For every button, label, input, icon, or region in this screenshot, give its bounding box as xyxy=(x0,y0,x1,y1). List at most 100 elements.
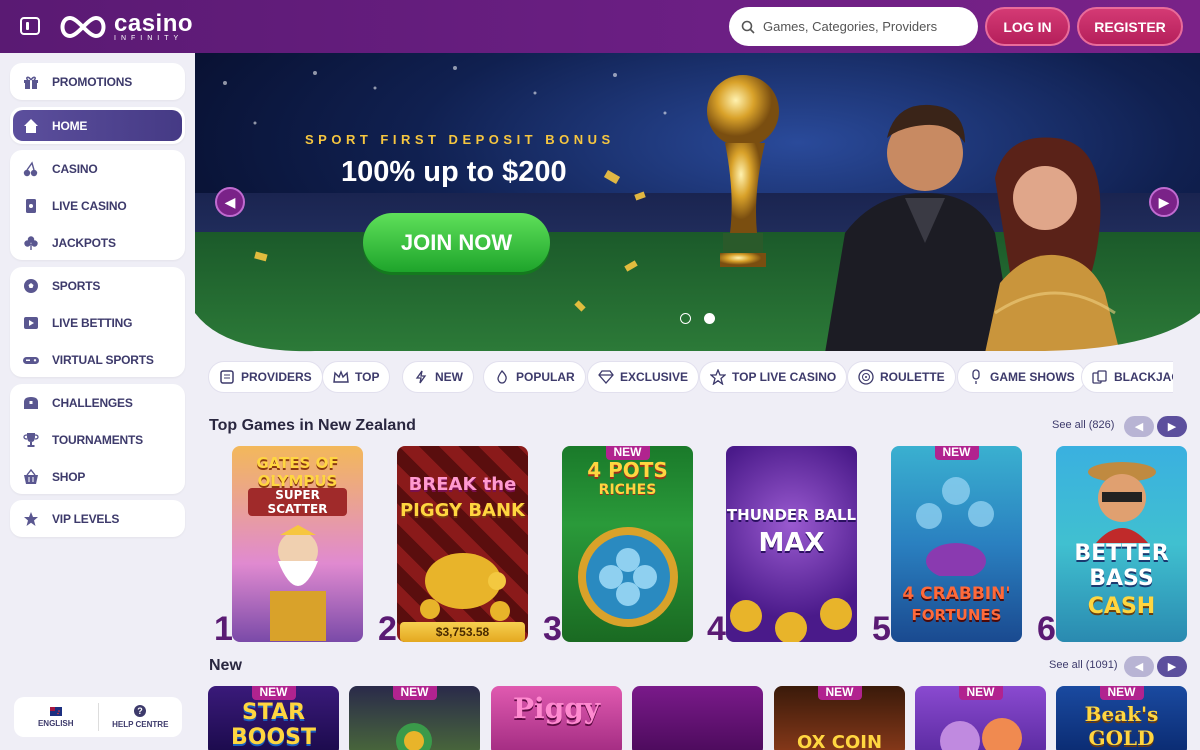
new-badge: NEW xyxy=(934,446,979,460)
top-games-next-button[interactable]: ▶ xyxy=(1157,416,1187,437)
game-card-break-the-piggy-bank[interactable]: BREAK the PIGGY BANK $3,753.58 xyxy=(397,446,528,642)
game-card-gates-of-olympus[interactable]: GATES OF OLYMPUS SUPER SCATTER xyxy=(232,446,363,642)
basket-icon xyxy=(22,468,40,486)
rank-number: 4 xyxy=(707,610,726,648)
see-all-new[interactable]: See all (1091) xyxy=(1049,659,1118,671)
top-games-prev-button[interactable]: ◀ xyxy=(1124,416,1154,437)
chip-label: POPULAR xyxy=(516,370,575,384)
chip-popular[interactable]: POPULAR xyxy=(483,361,586,393)
diamond-icon xyxy=(598,369,614,385)
sidebar-item-live-betting[interactable]: LIVE BETTING xyxy=(10,304,185,341)
game-card-ox-coin[interactable]: OX COIN NEW xyxy=(774,686,905,750)
sidebar-item-tournaments[interactable]: TOURNAMENTS xyxy=(10,421,185,458)
sidebar-item-jackpots[interactable]: JACKPOTS xyxy=(10,224,185,261)
game-card-star-boost[interactable]: STAR BOOST NEW xyxy=(208,686,339,750)
help-icon: ? xyxy=(134,705,147,717)
chip-blackjack[interactable]: BLACKJACK xyxy=(1081,361,1173,393)
chevron-left-icon: ◀ xyxy=(1134,661,1144,673)
language-selector[interactable]: ENGLISH xyxy=(14,697,98,737)
help-label: HELP CENTRE xyxy=(112,720,169,729)
chip-label: TOP xyxy=(355,370,380,384)
sidebar-item-label: HOME xyxy=(52,118,88,133)
coin-pile-illustration xyxy=(396,723,432,750)
chip-label: TOP LIVE CASINO xyxy=(732,370,837,384)
sidebar-group-home: HOME xyxy=(10,107,185,144)
chip-game-shows[interactable]: GAME SHOWS xyxy=(957,361,1086,393)
chip-label: ROULETTE xyxy=(880,370,945,384)
card-icon xyxy=(22,197,40,215)
sidebar-item-vip-levels[interactable]: VIP LEVELS xyxy=(10,500,185,537)
treasure-chest-icon xyxy=(22,394,40,412)
zeus-illustration xyxy=(270,525,326,641)
chip-top-live-casino[interactable]: TOP LIVE CASINO xyxy=(699,361,848,393)
gold-coins-illustration xyxy=(730,598,852,642)
game-card-new-2[interactable]: NEW xyxy=(349,686,480,750)
see-all-top-games[interactable]: See all (826) xyxy=(1052,419,1114,431)
sidebar-footer: ENGLISH ? HELP CENTRE xyxy=(14,697,182,737)
sidebar-item-challenges[interactable]: CHALLENGES xyxy=(10,384,185,421)
chip-roulette[interactable]: ROULETTE xyxy=(847,361,956,393)
sidebar-group-vip: VIP LEVELS xyxy=(10,500,185,537)
sidebar-item-sports[interactable]: SPORTS xyxy=(10,267,185,304)
gamepad-icon xyxy=(22,351,40,369)
sidebar-item-live-casino[interactable]: LIVE CASINO xyxy=(10,187,185,224)
search-input[interactable] xyxy=(763,19,963,34)
game-art-title: Piggy xyxy=(512,692,601,725)
sidebar-item-home[interactable]: HOME xyxy=(13,110,182,141)
rank-number: 3 xyxy=(543,610,562,648)
game-card-thunder-ball-max[interactable]: THUNDER BALL MAX xyxy=(726,446,857,642)
chip-providers[interactable]: PROVIDERS xyxy=(208,361,323,393)
sidebar-item-casino[interactable]: CASINO xyxy=(10,150,185,187)
roulette-icon xyxy=(858,369,874,385)
game-art-subtitle: CASH xyxy=(1087,594,1156,619)
gold-piggy-illustration xyxy=(420,553,510,621)
promo-banner[interactable]: SPORT FIRST DEPOSIT BONUS 100% up to $20… xyxy=(195,53,1200,352)
play-icon xyxy=(22,314,40,332)
clover-coin-illustration xyxy=(578,527,678,627)
banner-dot-2[interactable] xyxy=(704,313,715,324)
sidebar-group-casino: CASINO LIVE CASINO JACKPOTS xyxy=(10,150,185,260)
menu-toggle-icon[interactable] xyxy=(20,17,40,35)
star-outline-icon xyxy=(710,369,726,385)
game-card-beaks-gold[interactable]: Beak's GOLD NEW xyxy=(1056,686,1187,750)
home-icon xyxy=(22,117,40,135)
register-button[interactable]: REGISTER xyxy=(1077,7,1183,46)
new-next-button[interactable]: ▶ xyxy=(1157,656,1187,677)
sidebar-group-sports: SPORTS LIVE BETTING VIRTUAL SPORTS xyxy=(10,267,185,377)
sidebar-item-shop[interactable]: SHOP xyxy=(10,458,185,495)
svg-text:?: ? xyxy=(138,706,144,716)
game-card-4-pots-riches[interactable]: 4 POTS RICHES NEW xyxy=(562,446,693,642)
sidebar-item-promotions[interactable]: PROMOTIONS xyxy=(10,63,185,100)
game-card-piggy-brick-bonanza[interactable]: Piggy xyxy=(491,686,622,750)
microphone-icon xyxy=(968,369,984,385)
login-button[interactable]: LOG IN xyxy=(985,7,1070,46)
banner-next-button[interactable]: ▶ xyxy=(1149,187,1179,217)
banner-prev-button[interactable]: ◀ xyxy=(215,187,245,217)
game-card-new-6[interactable]: NEW xyxy=(915,686,1046,750)
sidebar: PROMOTIONS HOME CASINO LIVE CASINO JACKP… xyxy=(0,53,195,750)
trophy-icon xyxy=(22,431,40,449)
chip-label: BLACKJACK xyxy=(1114,370,1173,384)
casino-logo[interactable]: casino INFINITY xyxy=(56,10,193,44)
join-now-button[interactable]: JOIN NOW xyxy=(363,213,550,272)
search-box[interactable] xyxy=(729,7,978,46)
game-art-subtitle: SUPER SCATTER xyxy=(248,488,347,516)
game-card-better-bass-cash[interactable]: BETTER BASS CASH xyxy=(1056,446,1187,642)
sidebar-item-virtual-sports[interactable]: VIRTUAL SPORTS xyxy=(10,341,185,378)
new-prev-button[interactable]: ◀ xyxy=(1124,656,1154,677)
chevron-right-icon: ▶ xyxy=(1167,421,1177,433)
game-card-new-4[interactable] xyxy=(632,686,763,750)
game-card-4-crabbin-fortunes[interactable]: 4 CRABBIN' FORTUNES NEW xyxy=(891,446,1022,642)
game-art-subtitle: MAX xyxy=(758,528,825,558)
chip-new[interactable]: NEW xyxy=(402,361,474,393)
sidebar-group-promotions: PROMOTIONS xyxy=(10,63,185,100)
banner-dot-1[interactable] xyxy=(680,313,691,324)
chip-top[interactable]: TOP xyxy=(322,361,391,393)
banner-title: 100% up to $200 xyxy=(341,156,567,188)
crown-icon xyxy=(333,369,349,385)
new-badge: NEW xyxy=(605,446,650,460)
help-centre-link[interactable]: ? HELP CENTRE xyxy=(99,697,183,737)
chip-label: EXCLUSIVE xyxy=(620,370,689,384)
gift-icon xyxy=(22,73,40,91)
chip-exclusive[interactable]: EXCLUSIVE xyxy=(587,361,700,393)
